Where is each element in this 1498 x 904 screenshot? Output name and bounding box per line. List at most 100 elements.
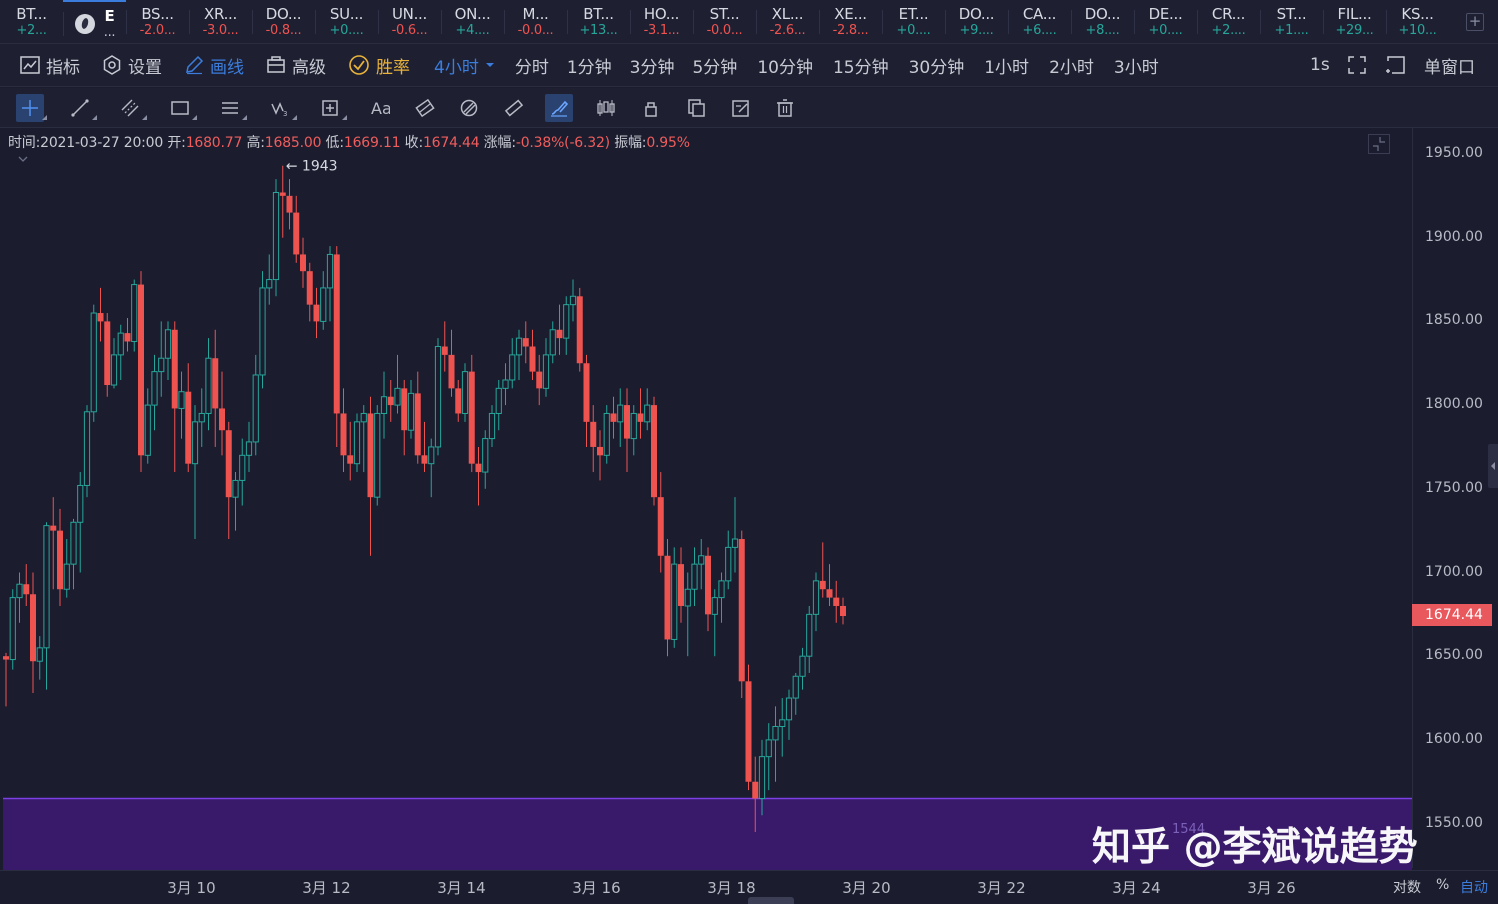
close-label: 收: [404,135,424,151]
lock-tool[interactable] [637,94,665,122]
interval-option[interactable]: 1小时 [984,53,1029,78]
text-tool[interactable]: Aa [366,94,394,122]
candle-body [380,396,388,414]
log-scale-toggle[interactable]: 对数 [1393,877,1421,897]
symbol-tab[interactable]: CR... +2.... [1197,0,1260,44]
candle-body [286,195,293,213]
symbol-tab[interactable]: DO... +8.... [1071,0,1134,44]
symbol-tab[interactable]: BS... -2.0... [126,0,189,44]
side-panel-handle[interactable] [1488,444,1498,488]
interval-option[interactable]: 1分钟 [567,53,612,78]
candle-body [569,295,577,306]
interval-dropdown[interactable]: 4小时 [434,44,495,87]
price-axis[interactable]: 1950.00 1900.00 1850.00 1800.00 1750.00 1700.… [1412,128,1498,868]
symbol-change: +4.... [455,23,490,38]
symbol-tab[interactable]: KS... +10... [1386,0,1449,44]
collapse-panel-icon[interactable] [1368,134,1390,154]
wave-tool[interactable]: 3 [266,94,297,122]
symbol-tab[interactable]: UN... -0.6... [378,0,441,44]
symbol-tab[interactable]: FIL... +29... [1323,0,1386,44]
advanced-button[interactable]: 高级 [266,44,326,87]
symbol-tab[interactable]: HO... -3.1... [630,0,693,44]
measure-tool[interactable] [316,94,347,122]
candle-body [124,333,131,342]
rectangle-tool[interactable] [166,94,197,122]
symbol-tab[interactable]: ET... +0.... [882,0,945,44]
candle-body [434,346,442,448]
symbol-change: -0.8... [265,23,302,38]
eraser-tool[interactable] [455,94,483,122]
chevron-down-icon[interactable] [18,154,28,164]
candle-body [30,594,36,662]
candle-body [90,312,97,413]
interval-option[interactable]: 5分钟 [692,53,737,78]
symbol-name: HO... [643,5,680,23]
copy-tool[interactable] [682,94,710,122]
symbol-tab[interactable]: DO... -0.8... [252,0,315,44]
bottom-panel-handle[interactable] [748,897,794,904]
candle-body [23,584,30,595]
symbol-tab[interactable]: CA... +6.... [1008,0,1071,44]
draw-button[interactable]: 画线 [184,44,244,87]
symbol-tab[interactable]: XR... -3.0... [189,0,252,44]
pattern-tool[interactable] [411,94,439,122]
symbol-tab-bar: BT... +2... E... BS... -2.0... XR... -3.0... DO… [0,0,1498,44]
add-tab-button[interactable]: + [1466,13,1484,31]
winrate-label: 胜率 [376,57,410,78]
settings-button[interactable]: 设置 [102,44,162,87]
symbol-tab[interactable]: XL... -2.6... [756,0,819,44]
refresh-rate-label: 1s [1310,55,1330,75]
symbol-tab[interactable]: BT... +2... [0,0,63,44]
symbol-tab[interactable]: ST... -0.0... [693,0,756,44]
parallel-channel-tool[interactable] [116,94,147,122]
price-tick-label: 1800.00 [1425,396,1483,413]
brush-tool[interactable] [545,94,573,122]
interval-option[interactable]: 分时 [515,53,549,78]
winrate-button[interactable]: 胜率 [348,44,410,87]
symbol-tab[interactable]: M... -0.0... [504,0,567,44]
copy-icon [688,99,705,117]
candle-body [529,346,536,372]
refresh-rate-button[interactable]: 1s [1310,44,1330,87]
candle-body [367,413,374,498]
percent-scale-toggle[interactable]: % [1436,877,1449,893]
candle-body [279,192,286,196]
symbol-tab[interactable]: BT... +13... [567,0,630,44]
interval-option[interactable]: 10分钟 [757,53,813,78]
symbol-name: ST... [709,5,740,23]
main-toolbar: 指标 设置 画线 高级 胜率 4小时 分时 1分钟 3分钟 5分钟 10分钟 15分钟 30… [0,44,1498,87]
symbol-tab[interactable]: SU... +0.... [315,0,378,44]
indicators-button[interactable]: 指标 [20,44,80,87]
crosshair-tool[interactable] [16,94,47,122]
fullscreen-button[interactable] [1347,44,1373,87]
ruler-tool[interactable] [500,94,528,122]
interval-option[interactable]: 3小时 [1114,53,1159,78]
candles-tool[interactable] [592,94,620,122]
symbol-tab[interactable]: ON... +4.... [441,0,504,44]
interval-option[interactable]: 3分钟 [630,53,675,78]
trendline-tool[interactable] [66,94,97,122]
horizontal-lines-tool[interactable] [216,94,247,122]
candle-body [401,388,408,431]
symbol-tab[interactable]: E... [63,0,126,44]
candle-body [70,521,77,565]
candle-body [657,497,664,556]
candle-body [219,408,225,431]
candle-body [772,726,779,741]
time-label: 时间: [8,135,41,151]
candlestick-chart[interactable]: ← 1943 [0,128,1412,870]
candle-body [461,371,469,414]
single-window-button[interactable]: 单窗口 [1424,44,1475,87]
screenshot-button[interactable] [1386,44,1412,87]
symbol-tab[interactable]: DE... +0.... [1134,0,1197,44]
symbol-tab[interactable]: XE... -2.8... [819,0,882,44]
interval-option[interactable]: 2小时 [1049,53,1094,78]
trash-tool[interactable] [771,94,799,122]
symbol-tab[interactable]: ST... +1.... [1260,0,1323,44]
edit-tool[interactable] [727,94,755,122]
chart-area[interactable]: ← 1943 时间:2021-03-27 20:00 开:1680.77 高:1… [0,128,1498,904]
interval-option[interactable]: 30分钟 [909,53,965,78]
auto-scale-toggle[interactable]: 自动 [1460,877,1488,897]
interval-option[interactable]: 15分钟 [833,53,889,78]
symbol-tab[interactable]: DO... +9.... [945,0,1008,44]
